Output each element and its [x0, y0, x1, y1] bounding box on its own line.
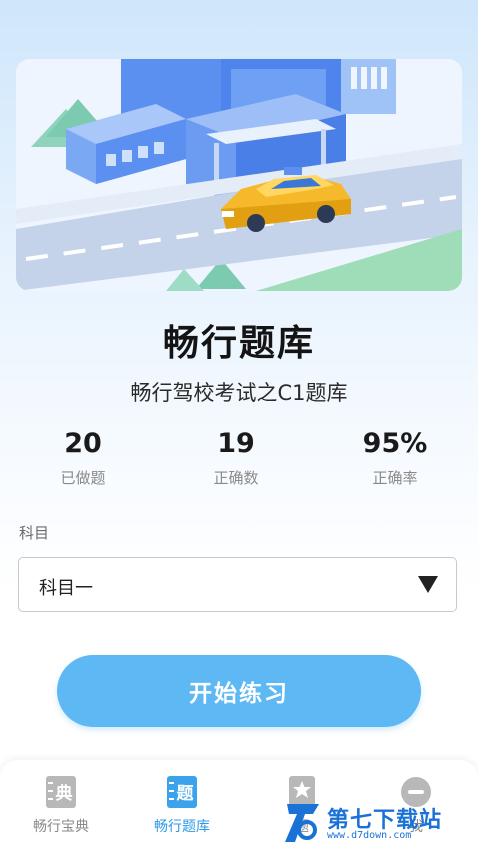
tab-handbook-label: 畅行宝典 — [33, 819, 89, 835]
start-practice-button[interactable]: 开始练习 — [57, 655, 421, 727]
stat-correct-value: 19 — [217, 428, 255, 459]
subject-label: 科目 — [19, 524, 50, 542]
dropdown-arrow-icon — [418, 576, 438, 593]
stat-accuracy-value: 95% — [362, 428, 428, 459]
site-watermark: 第七下载站 www.d7down.com — [283, 800, 473, 846]
stat-accuracy-label: 正确率 — [372, 469, 418, 487]
driving-scene-illustration — [16, 59, 462, 291]
stat-correct: 19 正确数 — [166, 428, 306, 488]
page-title: 畅行题库 — [162, 323, 315, 364]
stat-answered-value: 20 — [64, 428, 102, 459]
tab-question-bank[interactable]: 题 畅行题库 — [122, 774, 242, 836]
page-subtitle: 畅行驾校考试之C1题库 — [130, 381, 348, 405]
watermark-logo-icon — [285, 804, 319, 842]
book-icon-glyph: 典 — [56, 783, 73, 804]
tab-handbook[interactable]: 典 畅行宝典 — [1, 774, 121, 836]
subject-selected-value: 科目一 — [39, 578, 93, 599]
book-icon: 典 — [46, 776, 76, 808]
stat-accuracy: 95% 正确率 — [325, 428, 465, 488]
stat-answered-label: 已做题 — [60, 469, 106, 487]
stat-answered: 20 已做题 — [13, 428, 153, 488]
watermark-url: www.d7down.com — [327, 830, 412, 841]
stat-correct-label: 正确数 — [213, 469, 259, 487]
question-bank-icon-glyph: 题 — [177, 784, 195, 804]
hero-illustration — [16, 59, 462, 291]
question-bank-icon: 题 — [167, 776, 197, 808]
stats-row: 20 已做题 19 正确数 95% 正确率 — [0, 428, 478, 498]
tab-question-bank-label: 畅行题库 — [154, 819, 210, 835]
subject-select[interactable]: 科目一 — [18, 557, 457, 612]
